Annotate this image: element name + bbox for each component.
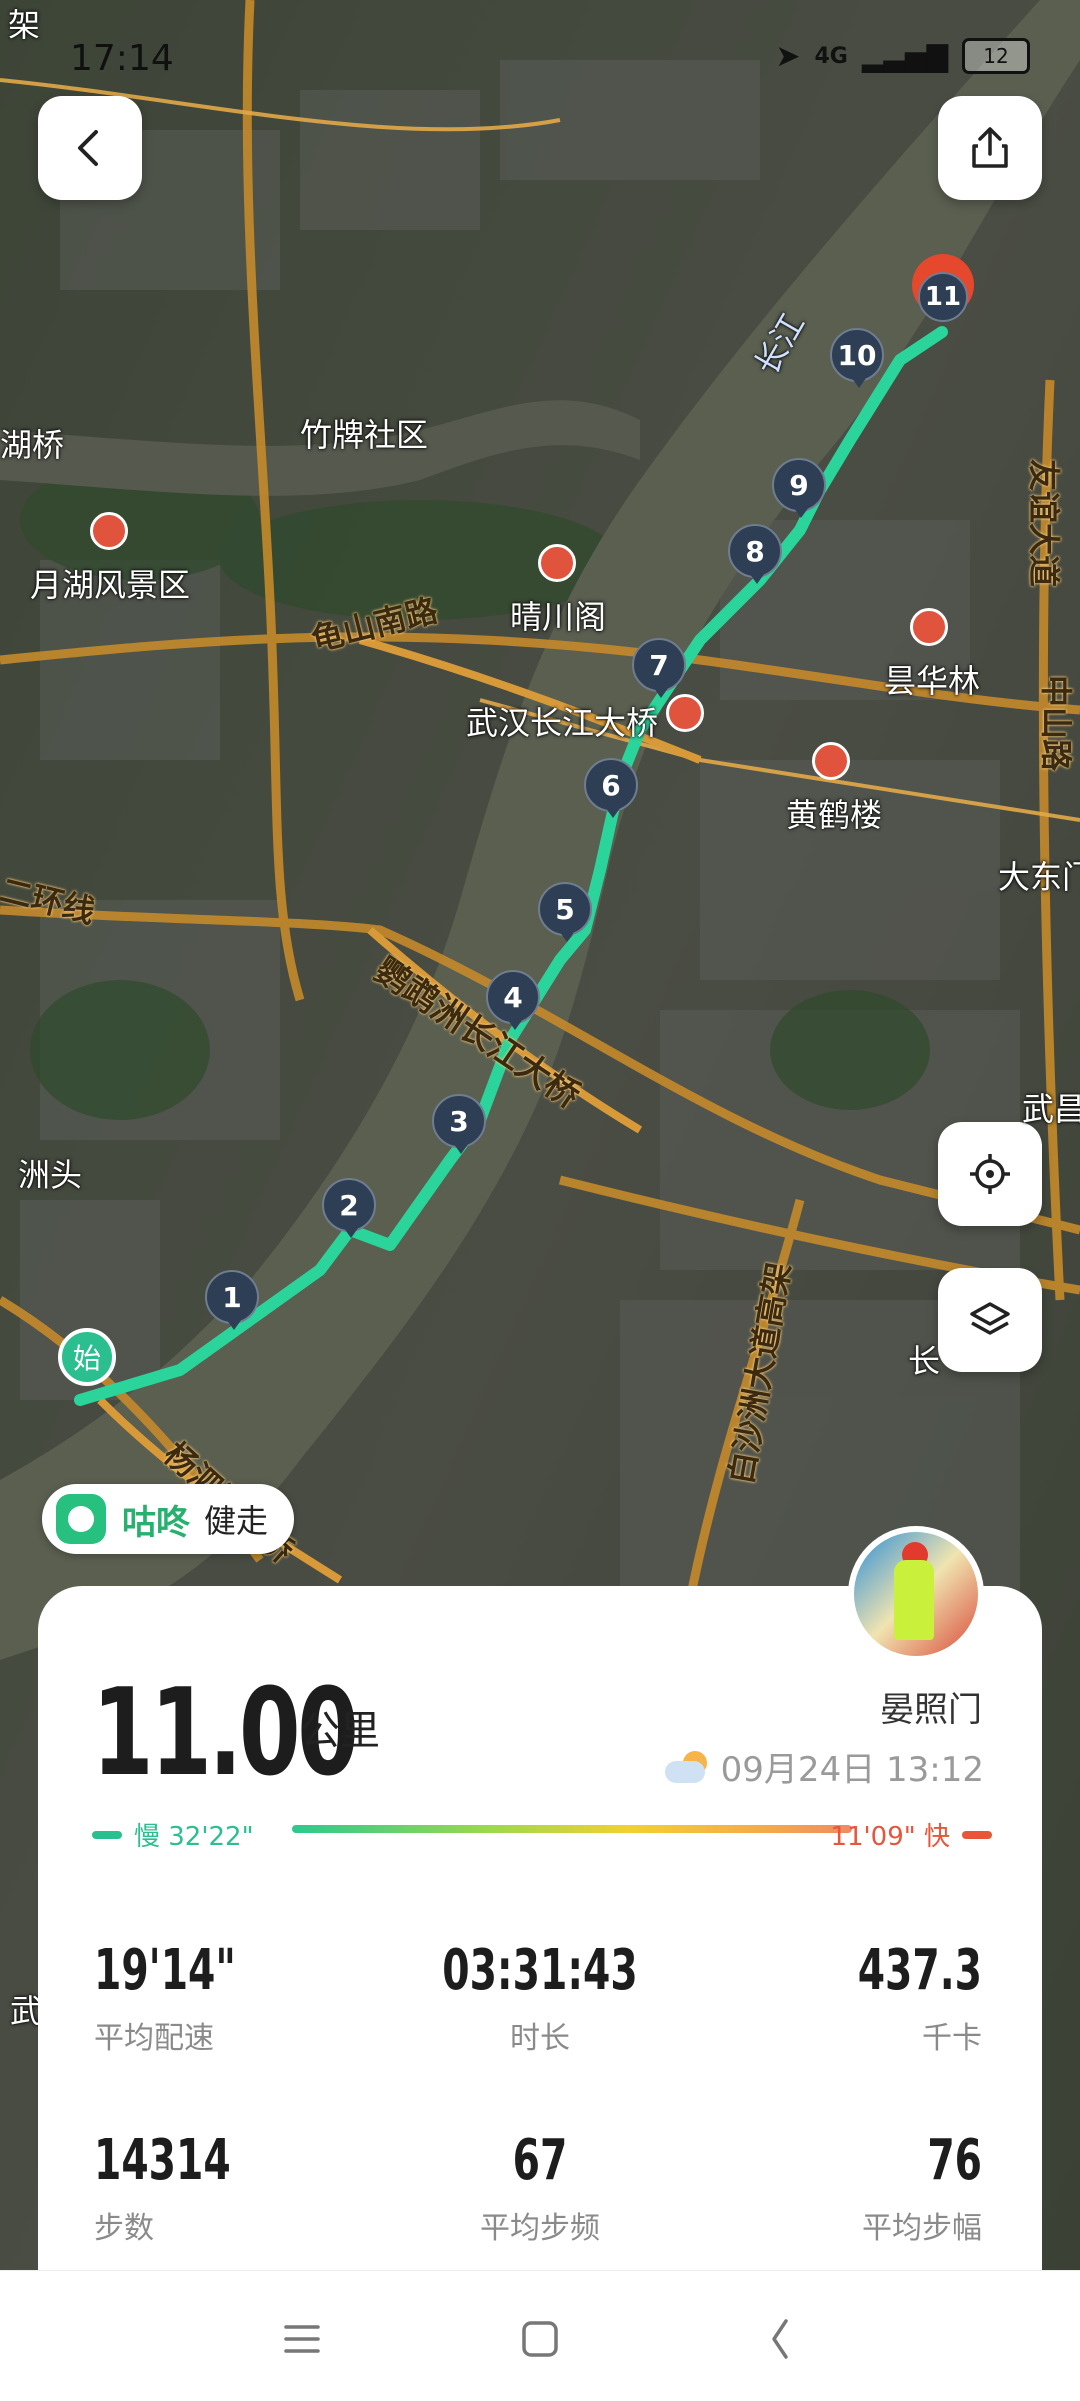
label-changjiang-bridge: 武汉长江大桥 bbox=[466, 704, 659, 742]
app-badge: 咕咚 健走 bbox=[42, 1484, 295, 1554]
label-zhupai: 竹牌社区 bbox=[300, 416, 429, 454]
stat-avg-pace: 19'14" 平均配速 bbox=[94, 1938, 236, 2056]
scenic-poi-icon[interactable] bbox=[910, 608, 948, 646]
map-layers-button[interactable] bbox=[938, 1268, 1042, 1372]
share-icon bbox=[972, 127, 1008, 168]
stat-steps: 14314 步数 bbox=[94, 2128, 231, 2246]
km-marker-7[interactable]: 7 bbox=[632, 638, 686, 700]
status-bar: 17:14 ➤ 4G ▂▃▅▇ 12 bbox=[0, 30, 1080, 90]
brand-name: 咕咚 bbox=[122, 1502, 190, 1543]
label-wuchang: 武昌 bbox=[1022, 1090, 1080, 1128]
km-marker-10[interactable]: 10 bbox=[830, 328, 884, 390]
chevron-left-icon bbox=[78, 130, 98, 166]
pace-slow: 慢 32'22" bbox=[92, 1816, 254, 1853]
km-marker-5[interactable]: 5 bbox=[538, 882, 592, 944]
codoon-logo-icon bbox=[56, 1494, 106, 1544]
menu-icon[interactable] bbox=[272, 2309, 332, 2369]
layers-icon bbox=[970, 1302, 1010, 1335]
label-jia: 架 bbox=[8, 6, 41, 44]
label-chang: 长 bbox=[908, 1342, 941, 1380]
label-yellow-crane: 黄鹤楼 bbox=[786, 796, 883, 834]
status-time: 17:14 bbox=[70, 38, 174, 79]
network-type: 4G bbox=[814, 43, 848, 69]
back-gesture-icon[interactable] bbox=[750, 2309, 810, 2369]
stat-cadence: 67 平均步频 bbox=[480, 2128, 600, 2246]
km-marker-2[interactable]: 2 bbox=[322, 1178, 376, 1240]
pace-fast: 11'09" 快 bbox=[830, 1816, 992, 1853]
scenic-poi-icon[interactable] bbox=[538, 544, 576, 582]
km-marker-8[interactable]: 8 bbox=[728, 524, 782, 586]
locate-button[interactable] bbox=[938, 1122, 1042, 1226]
weather-icon bbox=[664, 1750, 711, 1783]
activity-datetime: 09月24日 13:12 bbox=[664, 1742, 984, 1791]
system-nav-bar bbox=[0, 2270, 1080, 2401]
km-marker-6[interactable]: 6 bbox=[584, 758, 638, 820]
label-minghua: 昙华林 bbox=[884, 662, 981, 700]
km-marker-3[interactable]: 3 bbox=[432, 1094, 486, 1156]
label-huqiao: 湖桥 bbox=[0, 426, 65, 464]
label-qingchuan: 晴川阁 bbox=[510, 598, 607, 636]
km-marker-4[interactable]: 4 bbox=[486, 970, 540, 1032]
start-marker[interactable]: 始 bbox=[58, 1328, 116, 1386]
home-icon[interactable] bbox=[510, 2309, 570, 2369]
activity-mode: 健走 bbox=[204, 1502, 269, 1540]
distance-unit: 公里 bbox=[300, 1708, 380, 1754]
scenic-poi-icon[interactable] bbox=[90, 512, 128, 550]
location-name: 晏照门 bbox=[880, 1690, 982, 1730]
avatar[interactable] bbox=[848, 1526, 984, 1662]
summary-card: 11.00 公里 晏照门 09月24日 13:12 慢 32'22" 11'09… bbox=[38, 1586, 1042, 2286]
signal-icon: ▂▃▅▇ bbox=[861, 39, 948, 73]
label-zhoutou: 洲头 bbox=[18, 1156, 83, 1194]
km-marker-1[interactable]: 1 bbox=[205, 1270, 259, 1332]
label-youyi: 友谊大道 bbox=[1025, 458, 1064, 588]
label-zhongshan: 中山路 bbox=[1037, 674, 1076, 772]
label-dadong: 大东门 bbox=[998, 858, 1080, 896]
battery-indicator: 12 bbox=[962, 38, 1030, 74]
pace-gradient-bar bbox=[292, 1825, 852, 1833]
back-button[interactable] bbox=[38, 96, 142, 200]
location-icon: ➤ bbox=[775, 38, 801, 74]
crosshair-icon bbox=[970, 1154, 1010, 1194]
scenic-poi-icon[interactable] bbox=[812, 742, 850, 780]
share-button[interactable] bbox=[938, 96, 1042, 200]
stat-duration: 03:31:43 时长 bbox=[442, 1938, 638, 2056]
end-marker[interactable]: 11 bbox=[912, 254, 974, 322]
stat-stride: 76 平均步幅 bbox=[862, 2128, 982, 2246]
stat-calories: 437.3 千卡 bbox=[857, 1938, 982, 2056]
label-yuehu: 月湖风景区 bbox=[30, 566, 191, 604]
km-marker-9[interactable]: 9 bbox=[772, 458, 826, 520]
pace-legend: 慢 32'22" 11'09" 快 bbox=[92, 1814, 992, 1852]
status-icons: ➤ 4G ▂▃▅▇ 12 bbox=[775, 38, 1030, 74]
